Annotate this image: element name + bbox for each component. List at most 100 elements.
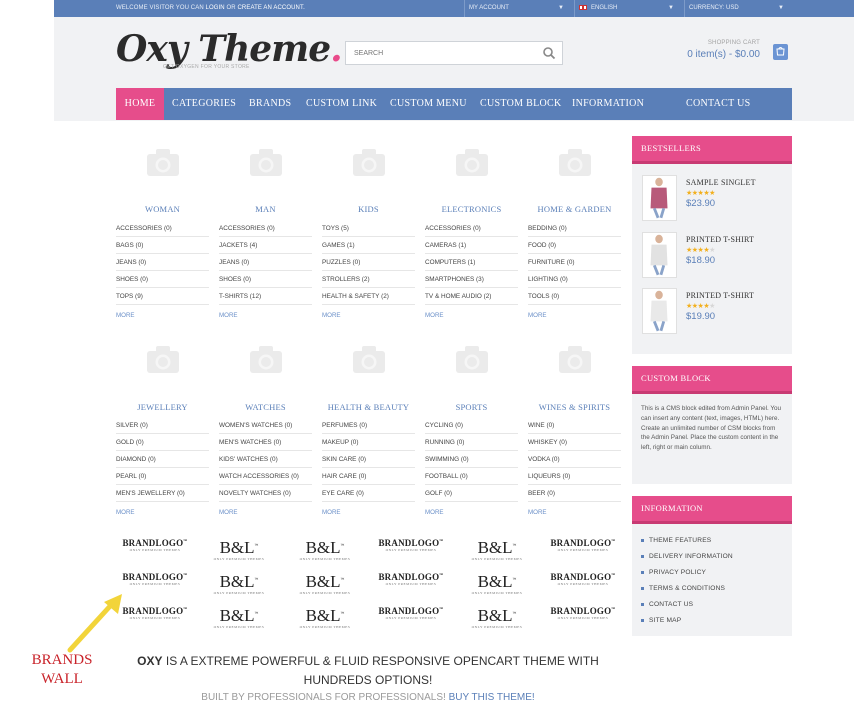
- shopping-cart[interactable]: SHOPPING CART 0 item(s) - $0.00: [660, 40, 760, 60]
- category-link[interactable]: ACCESSORIES (0): [116, 220, 209, 237]
- category-link[interactable]: SHOES (0): [219, 271, 312, 288]
- currency-dropdown[interactable]: CURRENCY: USD ▼: [684, 0, 788, 17]
- category-link[interactable]: TOPS (9): [116, 288, 209, 305]
- nav-brands[interactable]: BRANDS: [249, 88, 291, 120]
- more-link[interactable]: MORE: [219, 509, 238, 516]
- category-link[interactable]: WINE (0): [528, 417, 621, 434]
- category-title[interactable]: HEALTH & BEAUTY: [322, 402, 415, 412]
- category-title[interactable]: ELECTRONICS: [425, 204, 518, 214]
- product-thumbnail[interactable]: [642, 175, 677, 221]
- category-link[interactable]: COMPUTERS (1): [425, 254, 518, 271]
- brand-logo-bl[interactable]: B&L™ ONLY PREMIUM THEMES: [287, 538, 363, 562]
- category-title[interactable]: MAN: [219, 204, 312, 214]
- nav-custom-block[interactable]: CUSTOM BLOCK: [480, 88, 562, 120]
- category-link[interactable]: TOYS (5): [322, 220, 415, 237]
- category-link[interactable]: HAIR CARE (0): [322, 468, 415, 485]
- more-link[interactable]: MORE: [116, 509, 135, 516]
- more-link[interactable]: MORE: [425, 509, 444, 516]
- category-title[interactable]: JEWELLERY: [116, 402, 209, 412]
- category-link[interactable]: ACCESSORIES (0): [219, 220, 312, 237]
- product-name[interactable]: PRINTED T-SHIRT: [686, 291, 754, 300]
- category-link[interactable]: SWIMMING (0): [425, 451, 518, 468]
- nav-categories[interactable]: CATEGORIES: [172, 88, 236, 120]
- category-link[interactable]: DIAMOND (0): [116, 451, 209, 468]
- category-link[interactable]: MEN'S JEWELLERY (0): [116, 485, 209, 502]
- brand-logo-bl[interactable]: B&L™ ONLY PREMIUM THEMES: [287, 572, 363, 596]
- category-title[interactable]: WINES & SPIRITS: [528, 402, 621, 412]
- brand-logo-bl[interactable]: B&L™ ONLY PREMIUM THEMES: [459, 606, 535, 630]
- category-link[interactable]: GOLD (0): [116, 434, 209, 451]
- brand-logo[interactable]: BRANDLOGO™ ONLY PREMIUM THEMES: [545, 538, 621, 562]
- category-link[interactable]: SKIN CARE (0): [322, 451, 415, 468]
- bestseller-item[interactable]: SAMPLE SINGLET ★★★★★ $23.90: [642, 175, 782, 221]
- information-link[interactable]: TERMS & CONDITIONS: [641, 585, 725, 592]
- category-link[interactable]: LIGHTING (0): [528, 271, 621, 288]
- category-link[interactable]: SHOES (0): [116, 271, 209, 288]
- buy-theme-link[interactable]: BUY THIS THEME!: [449, 692, 535, 703]
- category-link[interactable]: FOOTBALL (0): [425, 468, 518, 485]
- more-link[interactable]: MORE: [528, 509, 547, 516]
- brand-logo-bl[interactable]: B&L™ ONLY PREMIUM THEMES: [287, 606, 363, 630]
- brand-logo-bl[interactable]: B&L™ ONLY PREMIUM THEMES: [459, 538, 535, 562]
- more-link[interactable]: MORE: [425, 312, 444, 319]
- category-title[interactable]: WOMAN: [116, 204, 209, 214]
- cart-icon[interactable]: [773, 44, 788, 60]
- category-link[interactable]: WOMEN'S WATCHES (0): [219, 417, 312, 434]
- information-link[interactable]: SITE MAP: [641, 617, 681, 624]
- category-link[interactable]: WHISKEY (0): [528, 434, 621, 451]
- more-link[interactable]: MORE: [528, 312, 547, 319]
- more-link[interactable]: MORE: [322, 312, 341, 319]
- category-link[interactable]: BEDDING (0): [528, 220, 621, 237]
- product-name[interactable]: PRINTED T-SHIRT: [686, 235, 754, 244]
- brand-logo[interactable]: BRANDLOGO™ ONLY PREMIUM THEMES: [545, 572, 621, 596]
- bestseller-item[interactable]: PRINTED T-SHIRT ★★★★★ $18.90: [642, 232, 782, 278]
- more-link[interactable]: MORE: [219, 312, 238, 319]
- bestseller-item[interactable]: PRINTED T-SHIRT ★★★★★ $19.90: [642, 288, 782, 334]
- brand-logo[interactable]: BRANDLOGO™ ONLY PREMIUM THEMES: [373, 606, 449, 630]
- category-link[interactable]: NOVELTY WATCHES (0): [219, 485, 312, 502]
- category-link[interactable]: CAMERAS (1): [425, 237, 518, 254]
- category-link[interactable]: MEN'S WATCHES (0): [219, 434, 312, 451]
- category-link[interactable]: GAMES (1): [322, 237, 415, 254]
- category-link[interactable]: PERFUMES (0): [322, 417, 415, 434]
- category-link[interactable]: TOOLS (0): [528, 288, 621, 305]
- category-link[interactable]: SMARTPHONES (3): [425, 271, 518, 288]
- nav-information[interactable]: INFORMATION: [572, 88, 644, 120]
- brand-logo[interactable]: BRANDLOGO™ ONLY PREMIUM THEMES: [117, 538, 193, 562]
- category-link[interactable]: VODKA (0): [528, 451, 621, 468]
- category-title[interactable]: SPORTS: [425, 402, 518, 412]
- category-link[interactable]: FOOD (0): [528, 237, 621, 254]
- information-link[interactable]: THEME FEATURES: [641, 537, 711, 544]
- information-link[interactable]: DELIVERY INFORMATION: [641, 553, 733, 560]
- login-link[interactable]: LOGIN: [206, 5, 225, 11]
- category-link[interactable]: JEANS (0): [116, 254, 209, 271]
- category-link[interactable]: KIDS' WATCHES (0): [219, 451, 312, 468]
- cart-summary[interactable]: 0 item(s) - $0.00: [660, 49, 760, 60]
- category-link[interactable]: CYCLING (0): [425, 417, 518, 434]
- product-thumbnail[interactable]: [642, 232, 677, 278]
- information-link[interactable]: PRIVACY POLICY: [641, 569, 706, 576]
- more-link[interactable]: MORE: [116, 312, 135, 319]
- category-link[interactable]: PUZZLES (0): [322, 254, 415, 271]
- category-link[interactable]: LIQUEURS (0): [528, 468, 621, 485]
- brand-logo-bl[interactable]: B&L™ ONLY PREMIUM THEMES: [201, 572, 277, 596]
- category-link[interactable]: JEANS (0): [219, 254, 312, 271]
- nav-home[interactable]: HOME: [116, 88, 164, 120]
- category-link[interactable]: TV & HOME AUDIO (2): [425, 288, 518, 305]
- category-link[interactable]: ACCESSORIES (0): [425, 220, 518, 237]
- brand-logo[interactable]: BRANDLOGO™ ONLY PREMIUM THEMES: [373, 538, 449, 562]
- my-account-dropdown[interactable]: MY ACCOUNT ▼: [464, 0, 568, 17]
- brand-logo-bl[interactable]: B&L™ ONLY PREMIUM THEMES: [201, 606, 277, 630]
- category-link[interactable]: EYE CARE (0): [322, 485, 415, 502]
- create-account-link[interactable]: CREATE AN ACCOUNT.: [237, 5, 304, 11]
- category-title[interactable]: KIDS: [322, 204, 415, 214]
- category-link[interactable]: HEALTH & SAFETY (2): [322, 288, 415, 305]
- product-thumbnail[interactable]: [642, 288, 677, 334]
- language-dropdown[interactable]: ENGLISH ▼: [574, 0, 678, 17]
- category-link[interactable]: GOLF (0): [425, 485, 518, 502]
- category-title[interactable]: HOME & GARDEN: [528, 204, 621, 214]
- category-link[interactable]: STROLLERS (2): [322, 271, 415, 288]
- brand-logo-bl[interactable]: B&L™ ONLY PREMIUM THEMES: [459, 572, 535, 596]
- category-link[interactable]: JACKETS (4): [219, 237, 312, 254]
- brand-logo[interactable]: BRANDLOGO™ ONLY PREMIUM THEMES: [545, 606, 621, 630]
